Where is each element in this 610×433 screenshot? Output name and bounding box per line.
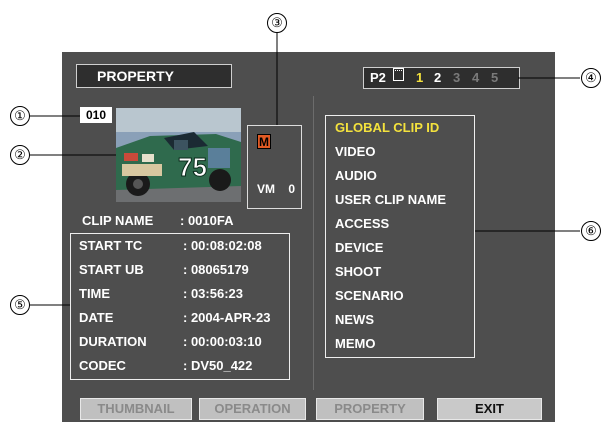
callout-1: ① — [10, 106, 30, 126]
callout-leader-lines — [30, 33, 580, 306]
callout-4: ④ — [581, 68, 601, 88]
callout-2: ② — [10, 145, 30, 165]
callout-6: ⑥ — [581, 221, 601, 241]
callout-5: ⑤ — [10, 295, 30, 315]
callout-3: ③ — [267, 13, 287, 33]
